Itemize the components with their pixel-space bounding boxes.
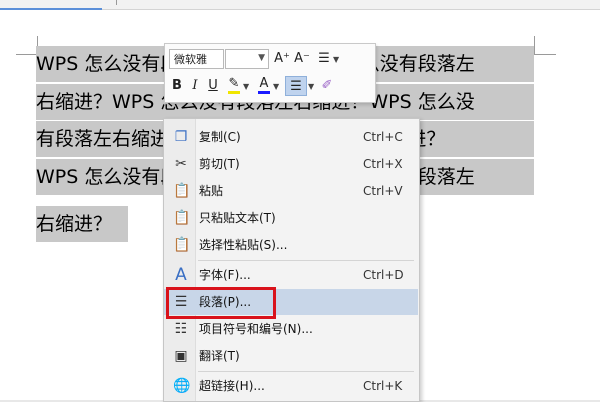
- underline-button[interactable]: U: [204, 76, 222, 96]
- menu-item-cut[interactable]: ✂ 剪切(T) Ctrl+X: [164, 151, 418, 177]
- font-color-bar: [258, 91, 270, 94]
- bold-button[interactable]: B: [168, 76, 186, 96]
- translate-icon: ▣: [174, 348, 188, 364]
- chevron-down-icon[interactable]: ▼: [333, 55, 339, 64]
- menu-item-shortcut: Ctrl+C: [363, 130, 403, 144]
- menu-item-bullets-numbering[interactable]: ☷ 项目符号和编号(N)...: [164, 316, 418, 342]
- mini-format-toolbar: 微软雅 ▼ A⁺ A⁻ ☰ ▼ B I U ✎ ▼ A ▼ ☰ ▼ ✐: [164, 43, 376, 103]
- bullet-list-icon: ☷: [174, 321, 188, 337]
- menu-item-shortcut: Ctrl+V: [363, 184, 403, 198]
- copy-icon: ❐: [174, 129, 188, 145]
- highlighter-icon[interactable]: ✎: [225, 74, 243, 94]
- menu-item-shortcut: Ctrl+K: [363, 379, 403, 393]
- menu-item-label: 只粘贴文本(T): [199, 211, 276, 225]
- menu-item-paste-text-only[interactable]: 📋 只粘贴文本(T): [164, 205, 418, 231]
- menu-item-label: 粘贴: [199, 184, 224, 198]
- font-name-input[interactable]: 微软雅: [169, 49, 224, 69]
- menu-item-paste-special[interactable]: 📋 选择性粘贴(S)...: [164, 232, 418, 258]
- format-painter-icon[interactable]: ✐: [318, 76, 336, 96]
- globe-link-icon: 🌐: [173, 378, 191, 394]
- chevron-down-icon[interactable]: ▼: [273, 82, 279, 91]
- chevron-down-icon[interactable]: ▼: [258, 53, 265, 63]
- font-color-button[interactable]: A: [255, 74, 273, 94]
- line-spacing-icon[interactable]: ☰: [315, 49, 333, 69]
- chevron-down-icon[interactable]: ▼: [308, 82, 314, 91]
- highlight-color-bar: [228, 91, 240, 94]
- menu-separator: [198, 371, 414, 372]
- active-tab-underline: [0, 0, 102, 10]
- margin-corner-mark: [534, 36, 535, 54]
- chevron-down-icon[interactable]: ▼: [243, 82, 249, 91]
- clipboard-icon: 📋: [173, 183, 191, 199]
- font-color-letter: A: [259, 76, 269, 91]
- menu-item-hyperlink[interactable]: 🌐 超链接(H)... Ctrl+K: [164, 373, 418, 399]
- font-size-input[interactable]: ▼: [225, 49, 269, 69]
- menu-item-label: 字体(F)...: [199, 268, 251, 282]
- margin-corner-mark: [16, 54, 38, 55]
- scissors-icon: ✂: [175, 156, 187, 172]
- menu-item-font[interactable]: A 字体(F)... Ctrl+D: [164, 262, 418, 288]
- menu-item-label: 超链接(H)...: [199, 379, 265, 393]
- document-text-line[interactable]: 右缩进？: [36, 206, 128, 242]
- menu-item-shortcut: Ctrl+D: [363, 268, 404, 282]
- paste-special-icon: 📋: [173, 237, 191, 253]
- menu-item-copy[interactable]: ❐ 复制(C) Ctrl+C: [164, 124, 418, 150]
- margin-corner-mark: [534, 54, 556, 55]
- tab-divider: [116, 0, 117, 5]
- paragraph-align-icon[interactable]: ☰: [285, 76, 307, 96]
- menu-item-label: 项目符号和编号(N)...: [199, 322, 313, 336]
- paste-text-icon: 📋: [173, 210, 191, 226]
- menu-item-label: 翻译(T): [199, 349, 240, 363]
- menu-item-translate[interactable]: ▣ 翻译(T): [164, 343, 418, 369]
- shrink-font-button[interactable]: A⁻: [293, 49, 311, 69]
- grow-font-button[interactable]: A⁺: [273, 49, 291, 69]
- context-menu: ❐ 复制(C) Ctrl+C ✂ 剪切(T) Ctrl+X 📋 粘贴 Ctrl+…: [163, 118, 420, 402]
- menu-item-shortcut: Ctrl+X: [363, 157, 403, 171]
- menu-item-paste[interactable]: 📋 粘贴 Ctrl+V: [164, 178, 418, 204]
- font-icon: A: [175, 265, 187, 285]
- menu-item-label: 选择性粘贴(S)...: [199, 238, 288, 252]
- top-ribbon-strip: [0, 0, 600, 10]
- italic-button[interactable]: I: [186, 76, 204, 96]
- menu-item-label: 剪切(T): [199, 157, 240, 171]
- menu-separator: [198, 260, 414, 261]
- menu-item-label: 复制(C): [199, 130, 241, 144]
- annotation-highlight-box: [166, 287, 276, 319]
